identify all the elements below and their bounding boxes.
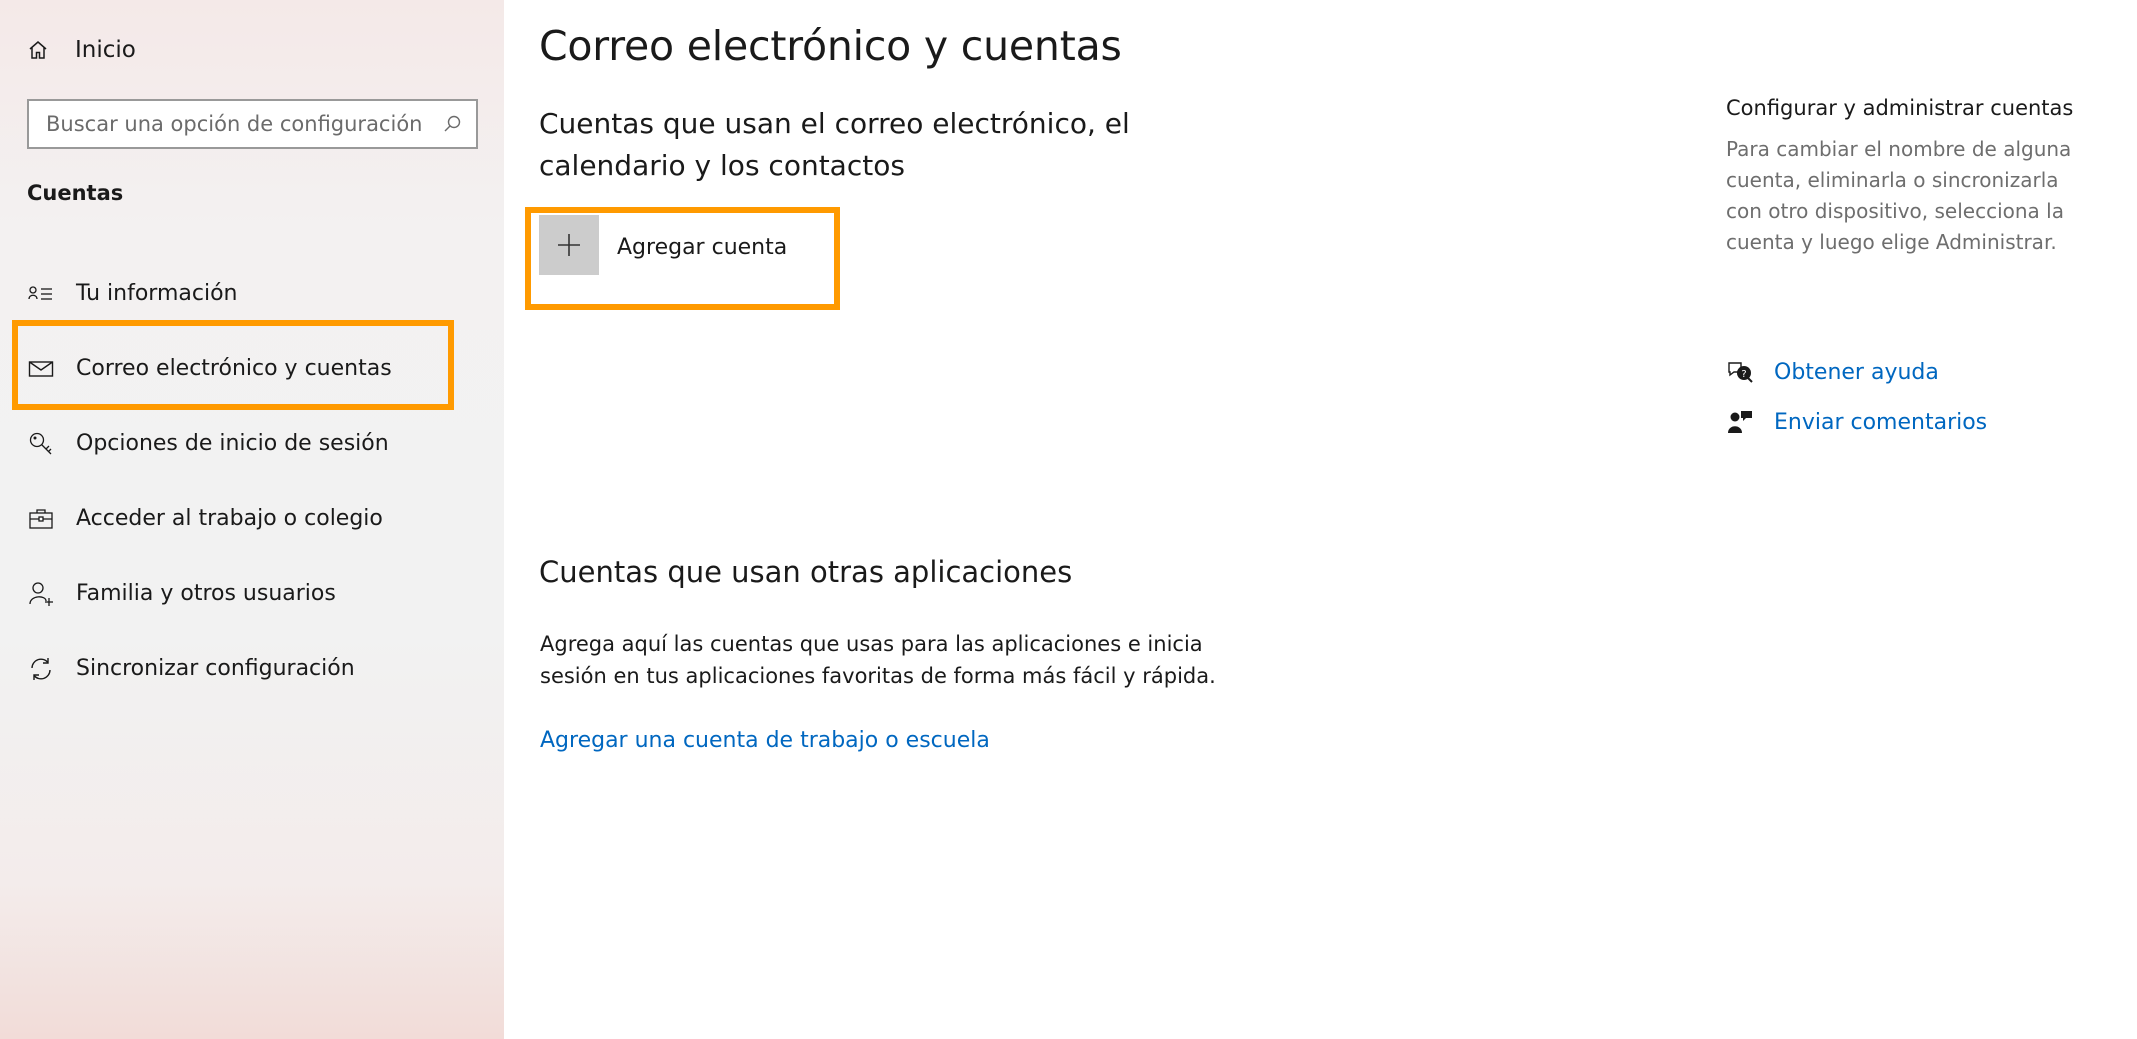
sidebar-item-tu-informacion[interactable]: Tu información <box>0 256 504 331</box>
add-person-icon <box>26 579 56 609</box>
settings-window: Inicio Cuentas Tu información Correo e <box>0 0 2137 1039</box>
section-title: Cuentas <box>27 181 124 205</box>
sidebar-item-inicio-sesion[interactable]: Opciones de inicio de sesión <box>0 406 504 481</box>
sidebar-item-sincronizar[interactable]: Sincronizar configuración <box>0 631 504 706</box>
help-chat-icon: ? <box>1726 358 1754 386</box>
home-label: Inicio <box>75 37 136 63</box>
add-work-account-link[interactable]: Agregar una cuenta de trabajo o escuela <box>540 728 990 753</box>
search-box[interactable] <box>27 99 478 149</box>
sync-icon <box>26 654 56 684</box>
sidebar-nav: Tu información Correo electrónico y cuen… <box>0 256 504 706</box>
get-help-link[interactable]: ? Obtener ayuda <box>1726 347 1987 397</box>
add-account-button[interactable]: Agregar cuenta <box>539 215 787 275</box>
other-apps-heading: Cuentas que usan otras aplicaciones <box>539 555 1073 589</box>
key-icon <box>26 429 56 459</box>
related-description: Para cambiar el nombre de alguna cuenta,… <box>1726 137 2072 254</box>
plus-icon <box>539 215 599 275</box>
sidebar-item-label: Tu información <box>76 281 238 306</box>
search-icon[interactable] <box>440 112 464 136</box>
feedback-icon <box>1726 408 1754 436</box>
home-icon <box>25 37 51 63</box>
sidebar-item-label: Opciones de inicio de sesión <box>76 431 389 456</box>
send-feedback-label: Enviar comentarios <box>1774 409 1988 435</box>
get-help-label: Obtener ayuda <box>1774 359 1939 385</box>
page-title: Correo electrónico y cuentas <box>539 22 1122 70</box>
sidebar-item-label: Familia y otros usuarios <box>76 581 336 606</box>
briefcase-icon <box>26 504 56 534</box>
home-link[interactable]: Inicio <box>25 30 136 70</box>
svg-text:?: ? <box>1741 369 1746 380</box>
sidebar-item-label: Acceder al trabajo o colegio <box>76 506 383 531</box>
email-accounts-heading: Cuentas que usan el correo electrónico, … <box>539 107 1130 182</box>
send-feedback-link[interactable]: Enviar comentarios <box>1726 397 1987 447</box>
related-panel: Configurar y administrar cuentas Para ca… <box>1726 96 2126 258</box>
other-apps-description: Agrega aquí las cuentas que usas para la… <box>540 632 1216 688</box>
sidebar: Inicio Cuentas Tu información Correo e <box>0 0 504 1039</box>
sidebar-item-label: Correo electrónico y cuentas <box>76 356 392 381</box>
sidebar-item-label: Sincronizar configuración <box>76 656 355 681</box>
sidebar-item-familia[interactable]: Familia y otros usuarios <box>0 556 504 631</box>
sidebar-item-correo[interactable]: Correo electrónico y cuentas <box>0 331 504 406</box>
related-title: Configurar y administrar cuentas <box>1726 96 2074 120</box>
add-account-label: Agregar cuenta <box>617 235 788 260</box>
mail-icon <box>26 354 56 384</box>
sidebar-item-trabajo[interactable]: Acceder al trabajo o colegio <box>0 481 504 556</box>
help-links: ? Obtener ayuda Enviar comentarios <box>1726 347 1987 447</box>
person-info-icon <box>26 279 56 309</box>
search-input[interactable] <box>46 112 440 136</box>
